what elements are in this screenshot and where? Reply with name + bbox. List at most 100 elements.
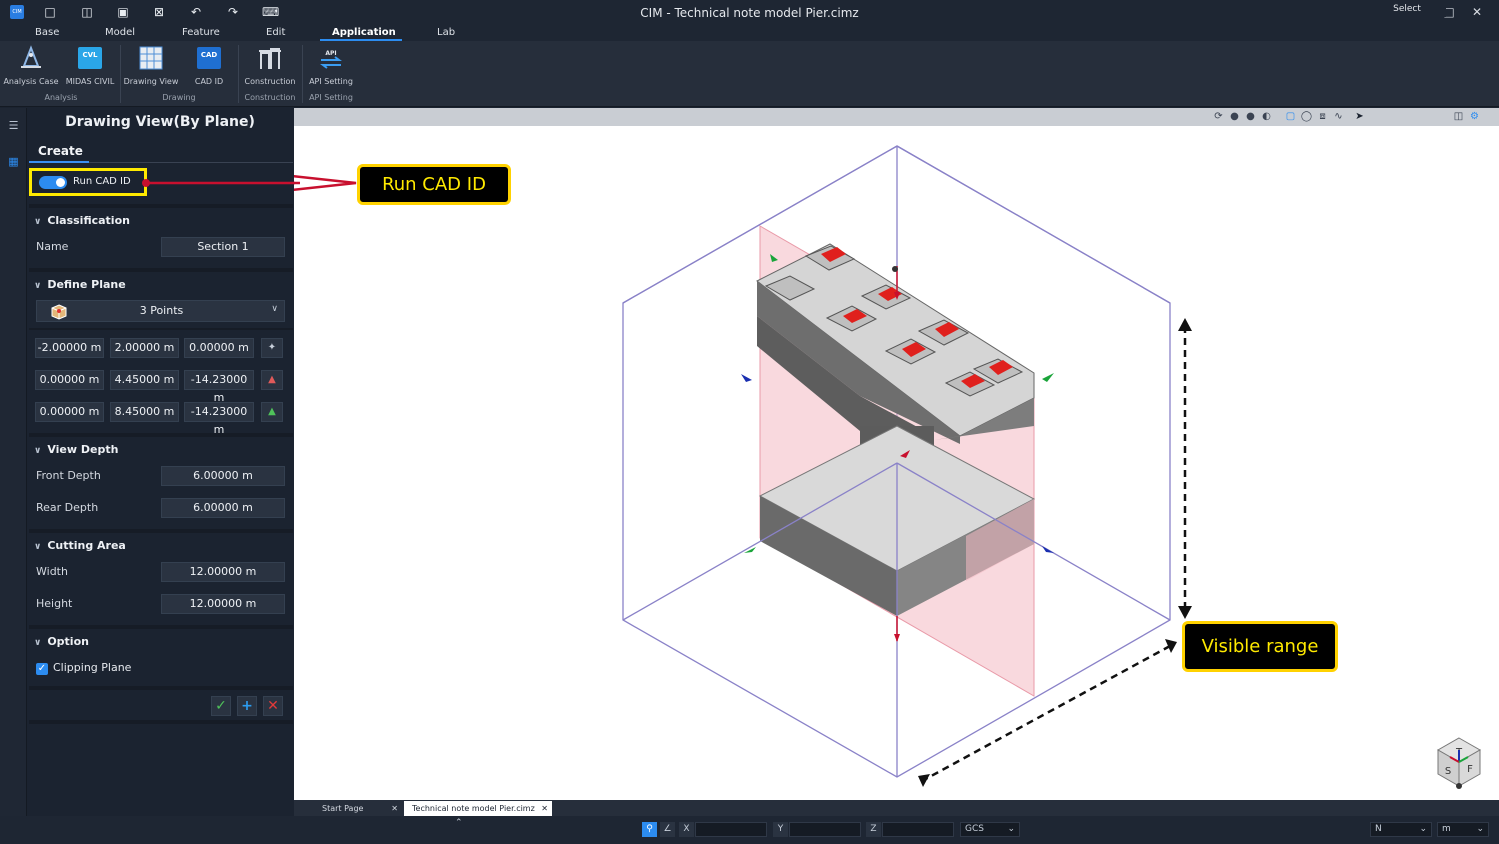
- pick-point3-icon[interactable]: ▲: [261, 402, 283, 422]
- model-scene[interactable]: T S F: [294, 126, 1499, 800]
- grid-view-icon[interactable]: ▦: [6, 154, 21, 169]
- cad-id-button[interactable]: CAD CAD ID: [184, 45, 234, 93]
- menu-application[interactable]: Application: [332, 26, 396, 40]
- run-cad-id-toggle[interactable]: [39, 176, 67, 189]
- cancel-button[interactable]: ✕: [263, 696, 283, 716]
- cutting-area-header-label: Cutting Area: [47, 539, 126, 552]
- close-icon[interactable]: ✕: [1469, 4, 1485, 20]
- 3d-viewport[interactable]: T S F: [294, 126, 1499, 800]
- expand-icon[interactable]: ⌃: [455, 818, 463, 828]
- redo-icon[interactable]: ↷: [226, 5, 240, 19]
- coord-system-dropdown[interactable]: GCS ⌄: [960, 822, 1020, 837]
- front-depth-field[interactable]: 6.00000 m: [161, 466, 285, 486]
- cad-id-badge: CAD: [201, 51, 218, 59]
- point1-y-field[interactable]: 2.00000 m: [110, 338, 179, 358]
- pick-point2-icon[interactable]: ▲: [261, 370, 283, 390]
- navcube-left-label: S: [1445, 766, 1451, 777]
- force-unit-dropdown[interactable]: N ⌄: [1370, 822, 1432, 837]
- close-file-icon[interactable]: ⊠: [152, 5, 166, 19]
- api-setting-button[interactable]: API API Setting: [305, 45, 357, 93]
- close-tab-icon[interactable]: ✕: [541, 801, 548, 816]
- keyboard-icon[interactable]: ⌨: [262, 5, 279, 19]
- point2-y-field[interactable]: 4.45000 m: [110, 370, 179, 390]
- chevron-down-icon: ∨: [34, 542, 42, 552]
- analysis-case-button[interactable]: Analysis Case: [3, 45, 59, 93]
- option-header[interactable]: ∨ Option: [34, 635, 89, 648]
- point3-x-field[interactable]: 0.00000 m: [35, 402, 104, 422]
- midas-civil-icon: CVL: [78, 47, 102, 69]
- section-divider: [29, 268, 293, 272]
- clipping-plane-checkbox[interactable]: ✓: [36, 663, 48, 675]
- view-options-icon[interactable]: ◫: [1452, 110, 1465, 123]
- define-plane-header[interactable]: ∨ Define Plane: [34, 278, 126, 291]
- rear-depth-field[interactable]: 6.00000 m: [161, 498, 285, 518]
- drawing-view-icon: [139, 46, 163, 70]
- new-file-icon[interactable]: □: [43, 5, 57, 19]
- menu-lab[interactable]: Lab: [437, 26, 455, 40]
- construction-button[interactable]: Construction: [242, 45, 298, 93]
- midas-civil-button[interactable]: CVL MIDAS CIVIL: [62, 45, 118, 93]
- tab-create[interactable]: Create: [38, 144, 83, 158]
- undo-icon[interactable]: ↶: [189, 5, 203, 19]
- point3-z-field[interactable]: -14.23000 m: [184, 402, 254, 436]
- apply-button[interactable]: ✓: [211, 696, 231, 716]
- point2-z-field[interactable]: -14.23000 m: [184, 370, 254, 404]
- lasso-select-icon[interactable]: ∿: [1332, 110, 1345, 123]
- name-field[interactable]: Section 1: [161, 237, 285, 257]
- pick-point1-icon[interactable]: ✦: [261, 338, 283, 358]
- api-setting-label: API Setting: [309, 77, 353, 86]
- snap-icon[interactable]: ⚲: [642, 822, 657, 837]
- drawing-view-button[interactable]: Drawing View: [122, 45, 180, 93]
- document-tabs: Start Page ✕ Technical note model Pier.c…: [294, 800, 1499, 816]
- length-unit-value: m: [1442, 824, 1451, 834]
- point1-z-field[interactable]: 0.00000 m: [184, 338, 254, 358]
- ribbon-group-drawing: Drawing: [162, 93, 196, 102]
- wireframe-mode-icon[interactable]: ◐: [1260, 110, 1273, 123]
- point2-x-field[interactable]: 0.00000 m: [35, 370, 104, 390]
- run-cad-id-highlight: Run CAD ID: [29, 168, 147, 196]
- classification-header[interactable]: ∨ Classification: [34, 214, 130, 227]
- doc-tab-start-page[interactable]: Start Page ✕: [314, 801, 402, 816]
- x-coordinate-field[interactable]: [695, 822, 767, 837]
- cutting-area-header[interactable]: ∨ Cutting Area: [34, 539, 126, 552]
- close-tab-icon[interactable]: ✕: [391, 801, 398, 816]
- select-mode-dropdown[interactable]: Select: [1368, 1, 1446, 17]
- width-field[interactable]: 12.00000 m: [161, 562, 285, 582]
- z-coordinate-field[interactable]: [882, 822, 954, 837]
- tree-view-icon[interactable]: ☰: [6, 118, 21, 133]
- save-icon[interactable]: ▣: [116, 5, 130, 19]
- point3-y-field[interactable]: 8.45000 m: [110, 402, 179, 422]
- menu-model[interactable]: Model: [105, 26, 135, 40]
- menu-edit[interactable]: Edit: [266, 26, 285, 40]
- point1-x-field[interactable]: -2.00000 m: [35, 338, 104, 358]
- y-coordinate-field[interactable]: [789, 822, 861, 837]
- circle-select-icon[interactable]: ◯: [1300, 110, 1313, 123]
- plane-method-dropdown[interactable]: 3 Points ∨: [36, 300, 285, 322]
- pointer-icon[interactable]: ➤: [1353, 110, 1366, 123]
- chevron-down-icon: ⌄: [1476, 824, 1484, 834]
- option-header-label: Option: [47, 635, 89, 648]
- box-select-icon[interactable]: ▢: [1284, 110, 1297, 123]
- view-depth-header[interactable]: ∨ View Depth: [34, 443, 118, 456]
- chevron-down-icon: ∨: [34, 446, 42, 456]
- navigation-cube[interactable]: T S F: [1436, 737, 1482, 789]
- length-unit-dropdown[interactable]: m ⌄: [1437, 822, 1489, 837]
- open-folder-icon[interactable]: ◫: [80, 5, 94, 19]
- callout-visible-range: Visible range: [1182, 621, 1338, 672]
- view-depth-header-label: View Depth: [47, 443, 119, 456]
- doc-tab-model[interactable]: Technical note model Pier.cimz ✕: [404, 801, 552, 816]
- window-title: CIM - Technical note model Pier.cimz: [640, 6, 859, 20]
- shaded-mode-icon[interactable]: ●: [1244, 110, 1257, 123]
- cad-id-label: CAD ID: [194, 77, 224, 86]
- polygon-select-icon[interactable]: ⧈: [1316, 110, 1329, 123]
- settings-icon[interactable]: ⚙: [1468, 110, 1481, 123]
- render-mode-icon[interactable]: ●: [1228, 110, 1241, 123]
- x-label: X: [679, 822, 694, 837]
- rotate-view-icon[interactable]: ⟳: [1212, 110, 1225, 123]
- add-button[interactable]: +: [237, 696, 257, 716]
- menu-base[interactable]: Base: [35, 26, 59, 40]
- height-field[interactable]: 12.00000 m: [161, 594, 285, 614]
- coord-system-value: GCS: [965, 824, 984, 834]
- menu-feature[interactable]: Feature: [182, 26, 220, 40]
- angle-snap-icon[interactable]: ∠: [660, 822, 675, 837]
